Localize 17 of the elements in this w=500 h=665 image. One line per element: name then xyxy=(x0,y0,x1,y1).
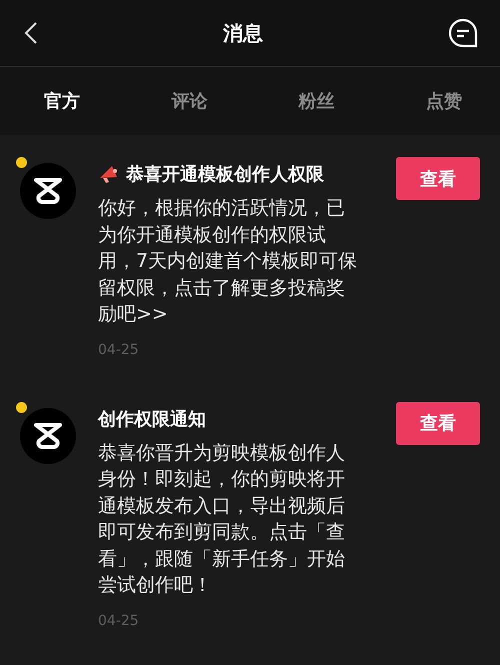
message-body: 恭喜你晋升为剪映模板创作人身份！即刻起，你的剪映将开通模板发布入口，导出视频后即可发布到剪同款。点击「查看」，跟随「新手任务」开始尝试创作吧！ xyxy=(98,440,346,598)
message-title: 恭喜开通模板创作人权限 xyxy=(126,163,324,186)
tab[interactable]: 粉丝 xyxy=(298,89,335,113)
message-title: 创作权限通知 xyxy=(98,408,206,430)
message-body: 你好，根据你的活跃情况，已为你开通模板创作的权限试用，7天内创建首个模板即可保留权限，点击了解更多投稿奖励吧>> xyxy=(98,196,358,327)
view-button[interactable]: 查看 xyxy=(396,157,480,200)
logo-icon xyxy=(33,420,63,450)
tab[interactable]: 官方 xyxy=(44,89,80,113)
view-button[interactable]: 查看 xyxy=(396,402,480,444)
message-date: 04-25 xyxy=(98,342,140,358)
message-date: 04-25 xyxy=(98,612,140,628)
chat-bubble-icon[interactable] xyxy=(448,18,478,48)
back-icon[interactable] xyxy=(24,21,38,45)
tab[interactable]: 点赞 xyxy=(426,89,462,113)
logo-icon xyxy=(33,176,63,206)
page-title: 消息 xyxy=(223,20,263,46)
tab[interactable]: 评论 xyxy=(171,89,208,113)
